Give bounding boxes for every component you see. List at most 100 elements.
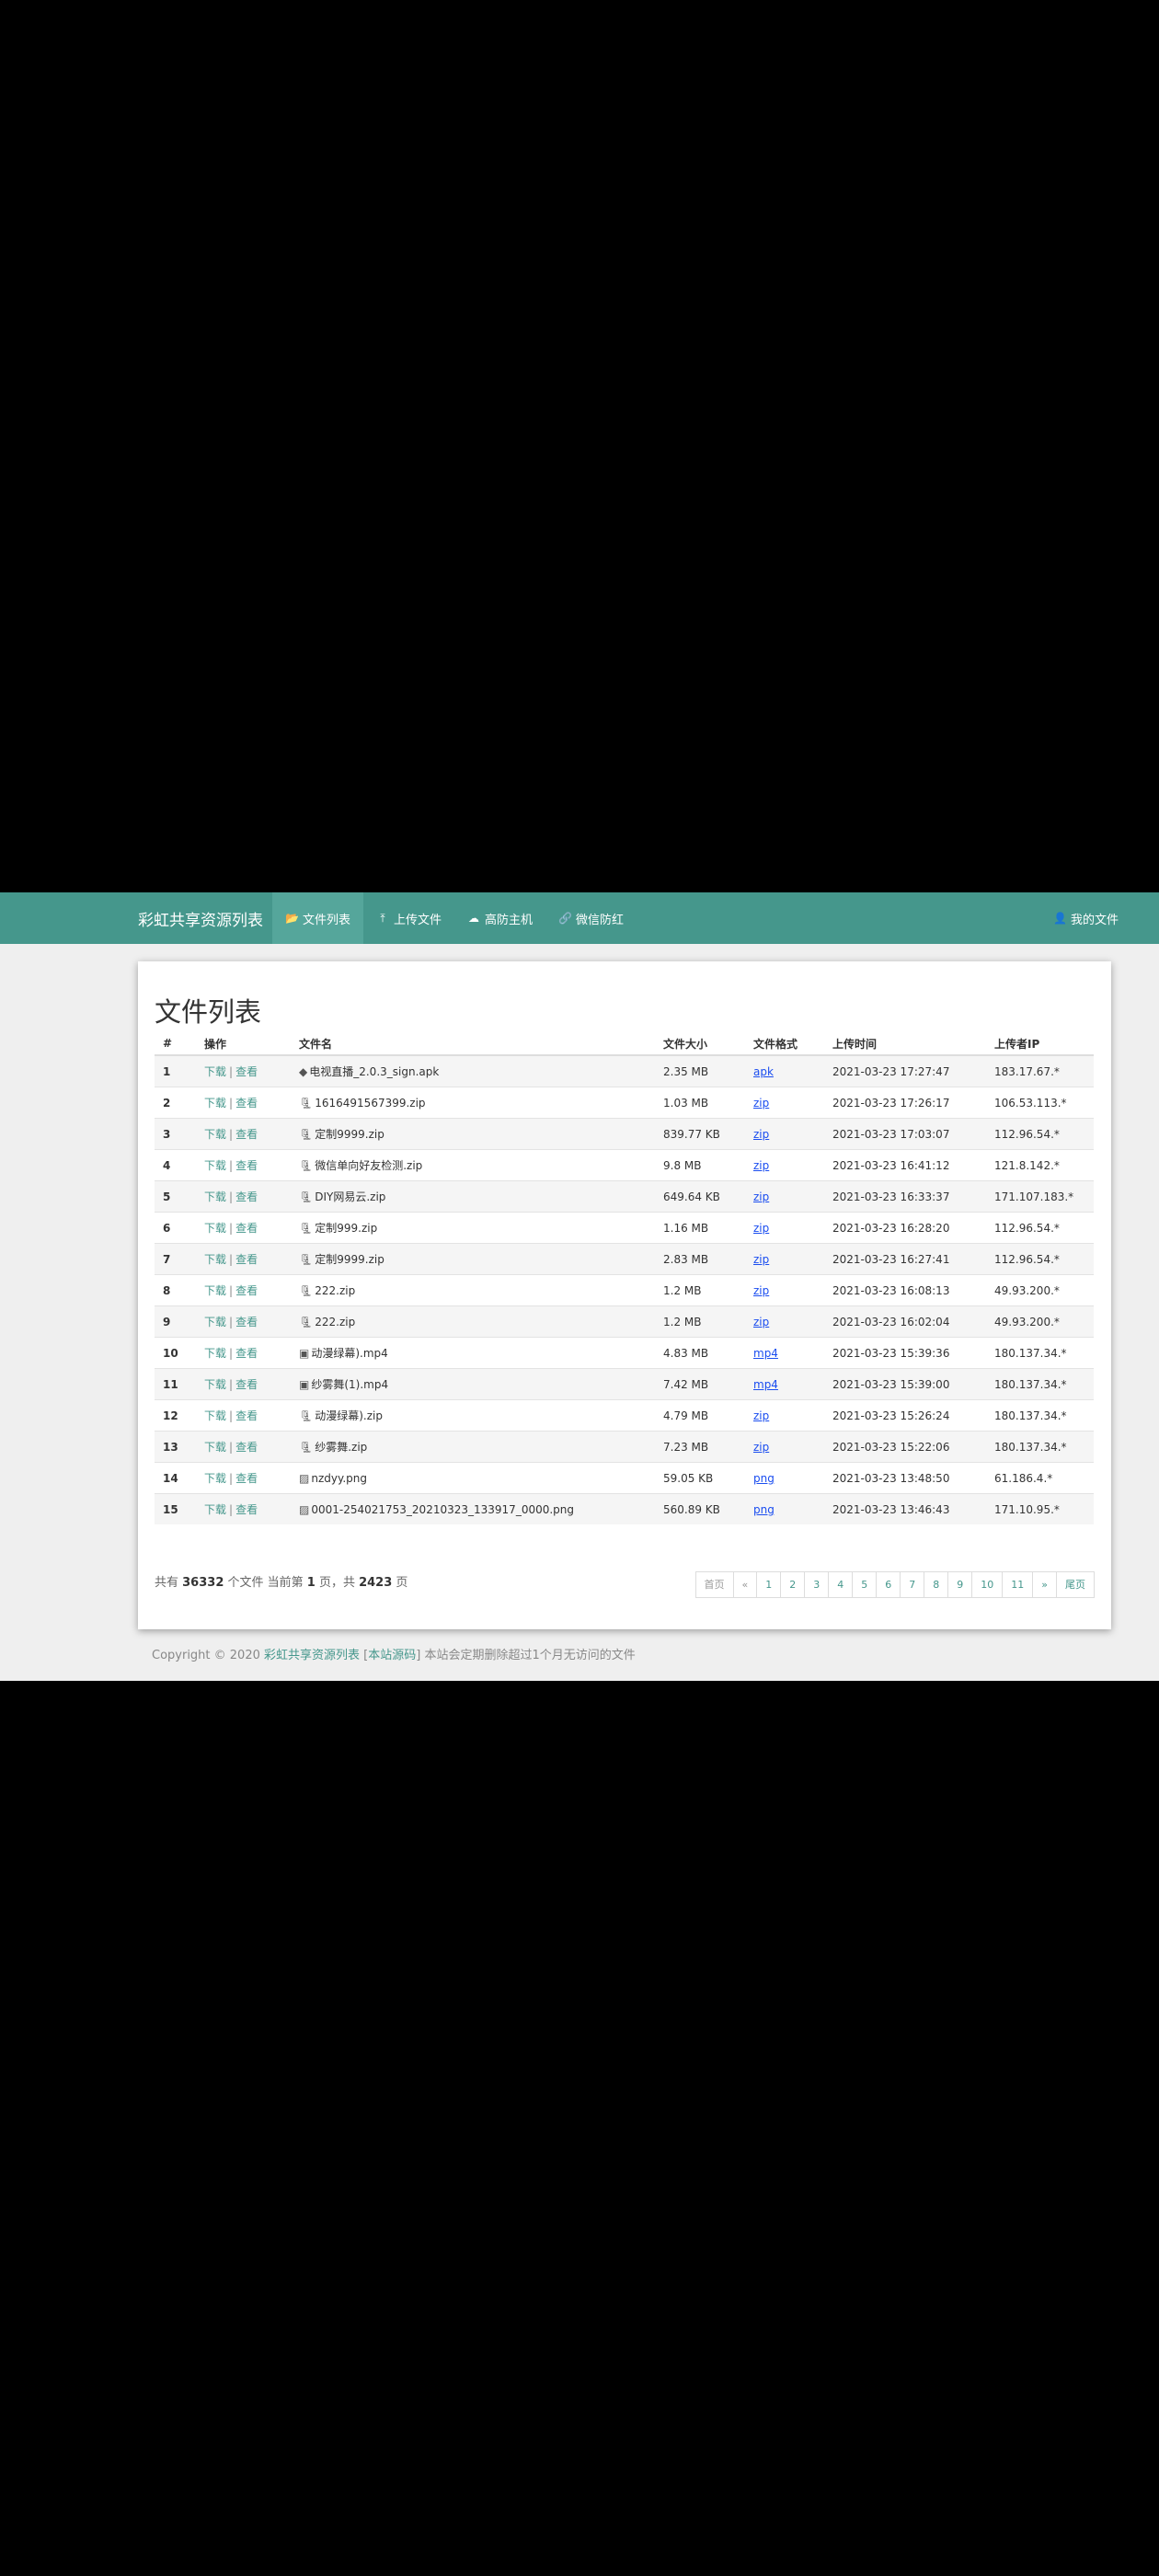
format-link[interactable]: png bbox=[753, 1503, 775, 1516]
nav-wechat[interactable]: 🔗 微信防红 bbox=[545, 892, 637, 944]
page-link[interactable]: 9 bbox=[947, 1571, 973, 1598]
page-link[interactable]: 尾页 bbox=[1056, 1571, 1095, 1598]
format-link[interactable]: zip bbox=[753, 1409, 769, 1422]
row-index: 2 bbox=[155, 1087, 196, 1119]
download-link[interactable]: 下载 bbox=[204, 1472, 226, 1485]
row-actions: 下载 | 查看 bbox=[196, 1180, 291, 1213]
page-link[interactable]: 10 bbox=[971, 1571, 1004, 1598]
view-link[interactable]: 查看 bbox=[235, 1065, 258, 1078]
total-files: 36332 bbox=[182, 1576, 224, 1590]
nav-upload[interactable]: ⤒ 上传文件 bbox=[363, 892, 454, 944]
file-video-icon: ▣ bbox=[299, 1347, 310, 1360]
download-link[interactable]: 下载 bbox=[204, 1097, 226, 1110]
table-row: 13 下载 | 查看 🗜 纱雾舞.zip 7.23 MB zip 2021-03-23 15:2… bbox=[155, 1431, 1094, 1463]
format-link[interactable]: zip bbox=[753, 1316, 769, 1328]
view-link[interactable]: 查看 bbox=[235, 1128, 258, 1141]
download-link[interactable]: 下载 bbox=[204, 1378, 226, 1391]
format-link[interactable]: zip bbox=[753, 1159, 769, 1172]
nav-wechat-label: 微信防红 bbox=[576, 913, 625, 927]
download-link[interactable]: 下载 bbox=[204, 1128, 226, 1141]
format-link[interactable]: mp4 bbox=[753, 1347, 778, 1360]
nav-upload-label: 上传文件 bbox=[394, 913, 442, 927]
download-link[interactable]: 下载 bbox=[204, 1284, 226, 1297]
download-link[interactable]: 下载 bbox=[204, 1441, 226, 1454]
view-link[interactable]: 查看 bbox=[235, 1409, 258, 1422]
nav-file-list[interactable]: 📂 文件列表 bbox=[272, 892, 364, 944]
page-link[interactable]: 4 bbox=[828, 1571, 854, 1598]
view-link[interactable]: 查看 bbox=[235, 1472, 258, 1485]
row-time: 2021-03-23 16:27:41 bbox=[824, 1243, 986, 1275]
format-link[interactable]: mp4 bbox=[753, 1378, 778, 1391]
page-link[interactable]: 6 bbox=[876, 1571, 901, 1598]
view-link[interactable]: 查看 bbox=[235, 1503, 258, 1516]
download-link[interactable]: 下载 bbox=[204, 1316, 226, 1328]
page-link[interactable]: 8 bbox=[924, 1571, 949, 1598]
table-row: 14 下载 | 查看 ▨ nzdyy.png 59.05 KB png 2021-03-23 1… bbox=[155, 1462, 1094, 1494]
download-link[interactable]: 下载 bbox=[204, 1409, 226, 1422]
view-link[interactable]: 查看 bbox=[235, 1097, 258, 1110]
format-link[interactable]: zip bbox=[753, 1284, 769, 1297]
page-link[interactable]: 7 bbox=[900, 1571, 925, 1598]
row-format: mp4 bbox=[745, 1337, 824, 1369]
file-archive-icon: 🗜 bbox=[299, 1315, 314, 1328]
download-link[interactable]: 下载 bbox=[204, 1159, 226, 1172]
row-index: 1 bbox=[155, 1054, 196, 1087]
format-link[interactable]: zip bbox=[753, 1190, 769, 1203]
download-link[interactable]: 下载 bbox=[204, 1347, 226, 1360]
view-link[interactable]: 查看 bbox=[235, 1441, 258, 1454]
view-link[interactable]: 查看 bbox=[235, 1190, 258, 1203]
footer-site-link[interactable]: 彩虹共享资源列表 bbox=[264, 1649, 360, 1662]
page-link[interactable]: » bbox=[1032, 1571, 1057, 1598]
nav-hosting-label: 高防主机 bbox=[485, 913, 534, 927]
row-size: 2.35 MB bbox=[655, 1054, 745, 1087]
col-actions: 操作 bbox=[196, 1032, 291, 1056]
format-link[interactable]: apk bbox=[753, 1065, 774, 1078]
page-link[interactable]: 11 bbox=[1002, 1571, 1034, 1598]
format-link[interactable]: zip bbox=[753, 1253, 769, 1266]
page-link[interactable]: 5 bbox=[852, 1571, 878, 1598]
format-link[interactable]: zip bbox=[753, 1441, 769, 1454]
nav-my-files[interactable]: 👤 我的文件 bbox=[1040, 892, 1131, 944]
filename-text: 微信单向好友检测.zip bbox=[315, 1159, 423, 1172]
table-row: 8 下载 | 查看 🗜 222.zip 1.2 MB zip 2021-03-23 16:08:… bbox=[155, 1274, 1094, 1306]
brand-link[interactable]: 彩虹共享资源列表 bbox=[138, 907, 263, 930]
row-format: zip bbox=[745, 1087, 824, 1119]
download-link[interactable]: 下载 bbox=[204, 1065, 226, 1078]
row-size: 4.83 MB bbox=[655, 1337, 745, 1369]
page-link[interactable]: 首页 bbox=[694, 1571, 734, 1598]
view-link[interactable]: 查看 bbox=[235, 1253, 258, 1266]
format-link[interactable]: png bbox=[753, 1472, 775, 1485]
row-ip: 180.137.34.* bbox=[986, 1368, 1094, 1400]
file-summary: 共有 36332 个文件 当前第 1 页，共 2423 页 bbox=[155, 1572, 407, 1590]
page-link[interactable]: 1 bbox=[756, 1571, 782, 1598]
download-link[interactable]: 下载 bbox=[204, 1190, 226, 1203]
page-link[interactable]: « bbox=[732, 1571, 758, 1598]
download-link[interactable]: 下载 bbox=[204, 1253, 226, 1266]
download-link[interactable]: 下载 bbox=[204, 1222, 226, 1235]
format-link[interactable]: zip bbox=[753, 1128, 769, 1141]
view-link[interactable]: 查看 bbox=[235, 1222, 258, 1235]
format-link[interactable]: zip bbox=[753, 1222, 769, 1235]
row-filename: 🗜 微信单向好友检测.zip bbox=[291, 1149, 655, 1181]
row-ip: 112.96.54.* bbox=[986, 1243, 1094, 1275]
row-index: 15 bbox=[155, 1493, 196, 1524]
footer-source-link[interactable]: 本站源码 bbox=[368, 1649, 416, 1662]
view-link[interactable]: 查看 bbox=[235, 1347, 258, 1360]
nav-hosting[interactable]: ☁ 高防主机 bbox=[454, 892, 545, 944]
view-link[interactable]: 查看 bbox=[235, 1316, 258, 1328]
format-link[interactable]: zip bbox=[753, 1097, 769, 1110]
page-link[interactable]: 3 bbox=[804, 1571, 830, 1598]
row-actions: 下载 | 查看 bbox=[196, 1087, 291, 1119]
table-row: 9 下载 | 查看 🗜 222.zip 1.2 MB zip 2021-03-23 16:02:… bbox=[155, 1305, 1094, 1338]
row-index: 10 bbox=[155, 1337, 196, 1369]
page-link[interactable]: 2 bbox=[780, 1571, 806, 1598]
download-link[interactable]: 下载 bbox=[204, 1503, 226, 1516]
view-link[interactable]: 查看 bbox=[235, 1159, 258, 1172]
row-size: 839.77 KB bbox=[655, 1118, 745, 1150]
table-row: 3 下载 | 查看 🗜 定制9999.zip 839.77 KB zip 2021-03-23 … bbox=[155, 1118, 1094, 1150]
filename-text: 纱雾舞.zip bbox=[315, 1441, 368, 1454]
view-link[interactable]: 查看 bbox=[235, 1284, 258, 1297]
row-size: 1.16 MB bbox=[655, 1212, 745, 1244]
file-archive-icon: 🗜 bbox=[299, 1128, 314, 1141]
view-link[interactable]: 查看 bbox=[235, 1378, 258, 1391]
